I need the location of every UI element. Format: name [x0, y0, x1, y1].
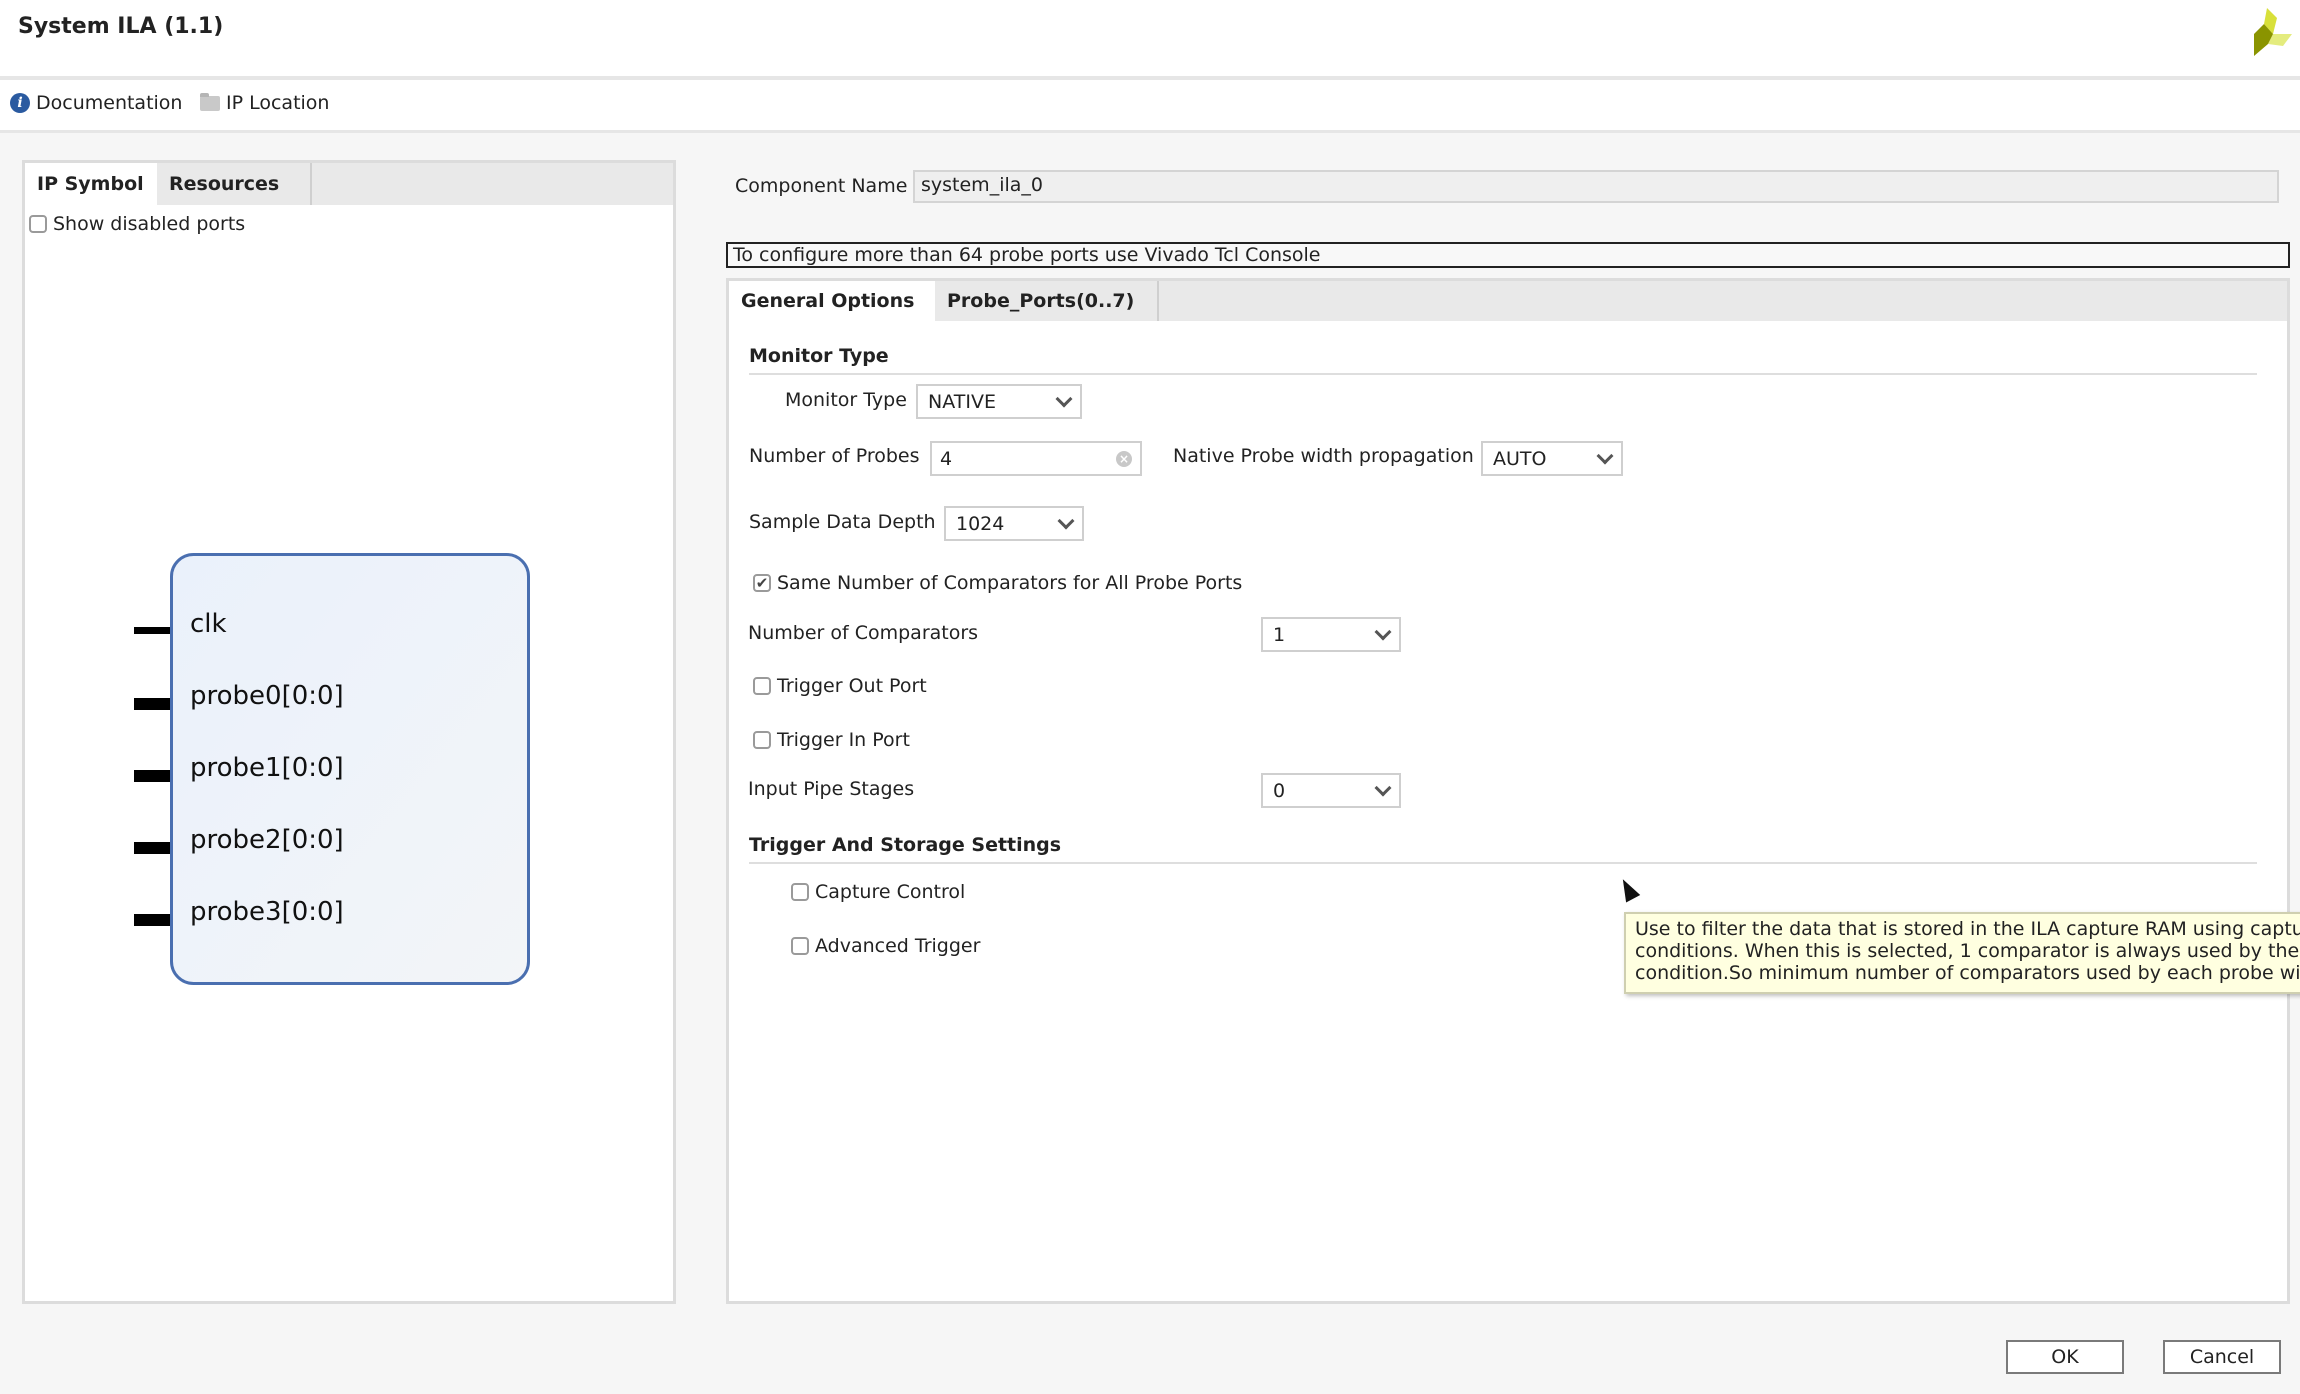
trigger-in-checkbox[interactable]: Trigger In Port [753, 729, 910, 751]
chevron-down-icon [1057, 512, 1075, 529]
clear-icon[interactable]: × [1116, 450, 1132, 467]
folder-icon [200, 92, 220, 111]
native-probe-width-select[interactable]: AUTO [1481, 441, 1623, 476]
pin-probe1 [134, 770, 170, 782]
chevron-down-icon [1055, 390, 1073, 407]
num-probes-input[interactable]: 4 × [930, 441, 1142, 476]
ip-location-link[interactable]: IP Location [200, 92, 329, 114]
checkbox-checked-icon: ✔ [753, 574, 771, 592]
show-disabled-ports-label: Show disabled ports [53, 213, 246, 235]
ip-location-label: IP Location [226, 92, 330, 114]
xilinx-logo-icon [2254, 8, 2292, 56]
checkbox-unchecked-icon [791, 883, 809, 901]
sample-depth-label: Sample Data Depth [749, 511, 936, 533]
tooltip-line: conditions. When this is selected, 1 com… [1635, 940, 2300, 962]
tab-general-options[interactable]: General Options [729, 281, 935, 321]
monitor-type-select[interactable]: NATIVE [916, 384, 1082, 419]
port-label: probe2[0:0] [190, 825, 344, 855]
checkbox-unchecked-icon [753, 731, 771, 749]
same-comparators-checkbox[interactable]: ✔ Same Number of Comparators for All Pro… [753, 572, 1242, 594]
num-comparators-label: Number of Comparators [748, 622, 979, 644]
monitor-type-section: Monitor Type [749, 345, 2257, 375]
capture-control-tooltip: Use to filter the data that is stored in… [1624, 912, 2300, 994]
num-probes-value: 4 [940, 447, 953, 470]
same-comparators-label: Same Number of Comparators for All Probe… [777, 572, 1243, 594]
tab-probe-ports[interactable]: Probe_Ports(0..7) [935, 281, 1159, 321]
pin-clk [134, 627, 170, 634]
num-probes-label: Number of Probes [749, 445, 920, 467]
component-name-field[interactable]: system_ila_0 [913, 170, 2279, 203]
info-note: To configure more than 64 probe ports us… [726, 242, 2290, 268]
monitor-type-label: Monitor Type [785, 389, 907, 411]
configuration-panel: General Options Probe_Ports(0..7) Monito… [726, 278, 2290, 1304]
sample-depth-select[interactable]: 1024 [944, 506, 1084, 541]
ok-button[interactable]: OK [2006, 1340, 2124, 1374]
tab-resources[interactable]: Resources [157, 163, 312, 205]
capture-control-checkbox[interactable]: Capture Control [791, 881, 965, 903]
documentation-link[interactable]: i Documentation [10, 92, 182, 114]
left-tab-strip: IP Symbol Resources [25, 163, 673, 205]
sample-depth-value: 1024 [956, 512, 1005, 535]
show-disabled-ports-checkbox[interactable]: Show disabled ports [29, 213, 245, 235]
port-label: probe0[0:0] [190, 681, 344, 711]
num-comparators-select[interactable]: 1 [1261, 617, 1401, 652]
config-tab-strip: General Options Probe_Ports(0..7) [729, 281, 2287, 321]
toolbar: i Documentation IP Location [0, 80, 2300, 133]
advanced-trigger-label: Advanced Trigger [815, 935, 981, 957]
tooltip-line: condition.So minimum number of comparato… [1635, 962, 2300, 984]
pin-probe3 [134, 914, 170, 926]
port-label: clk [190, 609, 227, 639]
chevron-down-icon [1596, 447, 1614, 464]
pin-probe0 [134, 698, 170, 710]
trigger-out-checkbox[interactable]: Trigger Out Port [753, 675, 927, 697]
checkbox-unchecked-icon [753, 677, 771, 695]
trigger-in-label: Trigger In Port [777, 729, 910, 751]
input-pipe-label: Input Pipe Stages [748, 778, 915, 800]
component-name-label: Component Name [735, 175, 908, 197]
cancel-button[interactable]: Cancel [2163, 1340, 2281, 1374]
advanced-trigger-checkbox[interactable]: Advanced Trigger [791, 935, 980, 957]
info-icon: i [10, 93, 30, 113]
capture-control-label: Capture Control [815, 881, 966, 903]
window-title: System ILA (1.1) [18, 14, 224, 39]
documentation-label: Documentation [36, 92, 183, 114]
checkbox-unchecked-icon [791, 937, 809, 955]
input-pipe-value: 0 [1273, 779, 1286, 802]
num-comparators-value: 1 [1273, 623, 1286, 646]
port-label: probe1[0:0] [190, 753, 344, 783]
monitor-type-value: NATIVE [928, 390, 996, 413]
port-label: probe3[0:0] [190, 897, 344, 927]
pin-probe2 [134, 842, 170, 854]
native-probe-width-value: AUTO [1493, 447, 1547, 470]
tab-ip-symbol[interactable]: IP Symbol [25, 163, 157, 205]
input-pipe-select[interactable]: 0 [1261, 773, 1401, 808]
native-probe-width-label: Native Probe width propagation [1173, 445, 1474, 467]
title-bar: System ILA (1.1) [0, 0, 2300, 80]
chevron-down-icon [1374, 779, 1392, 796]
tooltip-line: Use to filter the data that is stored in… [1635, 918, 2300, 940]
checkbox-unchecked-icon [29, 215, 47, 233]
trigger-out-label: Trigger Out Port [777, 675, 927, 697]
trigger-storage-section: Trigger And Storage Settings [749, 834, 2257, 864]
chevron-down-icon [1374, 623, 1392, 640]
